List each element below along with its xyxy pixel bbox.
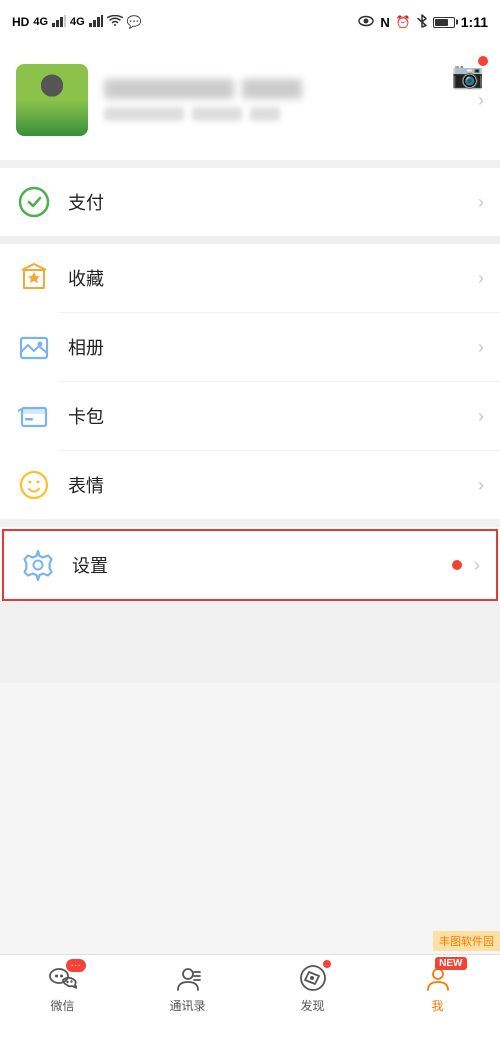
bluetooth-icon (417, 14, 427, 31)
nav-item-contacts[interactable]: 通讯录 (125, 963, 250, 1014)
avatar (16, 64, 88, 136)
payment-label: 支付 (68, 189, 478, 215)
payment-icon (16, 184, 52, 220)
menu-item-settings[interactable]: 设置 › (2, 529, 498, 601)
album-icon (16, 329, 52, 365)
alarm-icon: ⏰ (396, 15, 411, 29)
eye-icon (358, 15, 374, 30)
section-divider-1 (0, 160, 500, 168)
discover-nav-label: 发现 (300, 997, 324, 1014)
nav-item-discover[interactable]: 发现 (250, 963, 375, 1014)
discover-nav-icon (298, 963, 328, 993)
menu-item-emoji[interactable]: 表情 › (0, 451, 500, 519)
status-right: N ⏰ 1:11 (358, 14, 488, 31)
discover-dot (323, 960, 331, 968)
emoji-chevron: › (478, 475, 484, 496)
nav-item-wechat[interactable]: ··· 微信 (0, 963, 125, 1014)
profile-area[interactable]: › 📷 (0, 44, 500, 160)
contacts-nav-label: 通讯录 (169, 997, 205, 1014)
content-spacer (0, 603, 500, 683)
me-nav-label: 我 (431, 997, 443, 1014)
emoji-label: 表情 (68, 472, 478, 498)
collection-chevron: › (478, 268, 484, 289)
nfc-icon: N (380, 15, 389, 30)
profile-info (104, 79, 462, 121)
menu-item-collection[interactable]: 收藏 › (0, 244, 500, 312)
settings-chevron: › (474, 555, 480, 576)
settings-dot (452, 560, 462, 570)
nav-item-me[interactable]: NEW 我 (375, 963, 500, 1014)
collection-label: 收藏 (68, 265, 478, 291)
camera-dot (478, 56, 488, 66)
wechat-nav-icon: ··· (48, 963, 78, 993)
settings-label: 设置 (72, 552, 452, 578)
album-chevron: › (478, 337, 484, 358)
me-nav-icon: NEW (423, 963, 453, 993)
signal-bars2 (89, 15, 103, 30)
contacts-nav-icon (173, 963, 203, 993)
album-label: 相册 (68, 334, 478, 360)
collection-icon (16, 260, 52, 296)
profile-chevron: › (478, 90, 484, 111)
camera-button[interactable]: 📷 (452, 60, 484, 91)
signal-bars (52, 15, 66, 30)
status-left: HD 4G 4G (12, 15, 142, 30)
me-new-badge: NEW (435, 957, 466, 970)
time-display: 1:11 (461, 14, 488, 30)
section-divider-2 (0, 236, 500, 244)
status-bar: HD 4G 4G (0, 0, 500, 44)
message-icon: 💬 (127, 15, 142, 29)
section-divider-3 (0, 519, 500, 527)
card-label: 卡包 (68, 403, 478, 429)
settings-icon (20, 547, 56, 583)
menu-item-payment[interactable]: 支付 › (0, 168, 500, 236)
watermark: 丰图软件园 (433, 931, 500, 951)
emoji-icon (16, 467, 52, 503)
wechat-badge: ··· (66, 959, 86, 972)
menu-item-album[interactable]: 相册 › (0, 313, 500, 381)
wifi-icon (107, 15, 123, 30)
wechat-nav-label: 微信 (50, 997, 74, 1014)
battery-indicator (433, 17, 455, 28)
network-label: HD (12, 15, 29, 29)
menu-section: 支付 › 收藏 › 相册 › (0, 168, 500, 601)
menu-item-card[interactable]: 卡包 › (0, 382, 500, 450)
card-chevron: › (478, 406, 484, 427)
payment-chevron: › (478, 192, 484, 213)
signal-4g1: 4G (33, 16, 48, 28)
bottom-nav: ··· 微信 通讯录 发现 (0, 954, 500, 1039)
signal-4g2: 4G (70, 16, 85, 28)
card-icon (16, 398, 52, 434)
